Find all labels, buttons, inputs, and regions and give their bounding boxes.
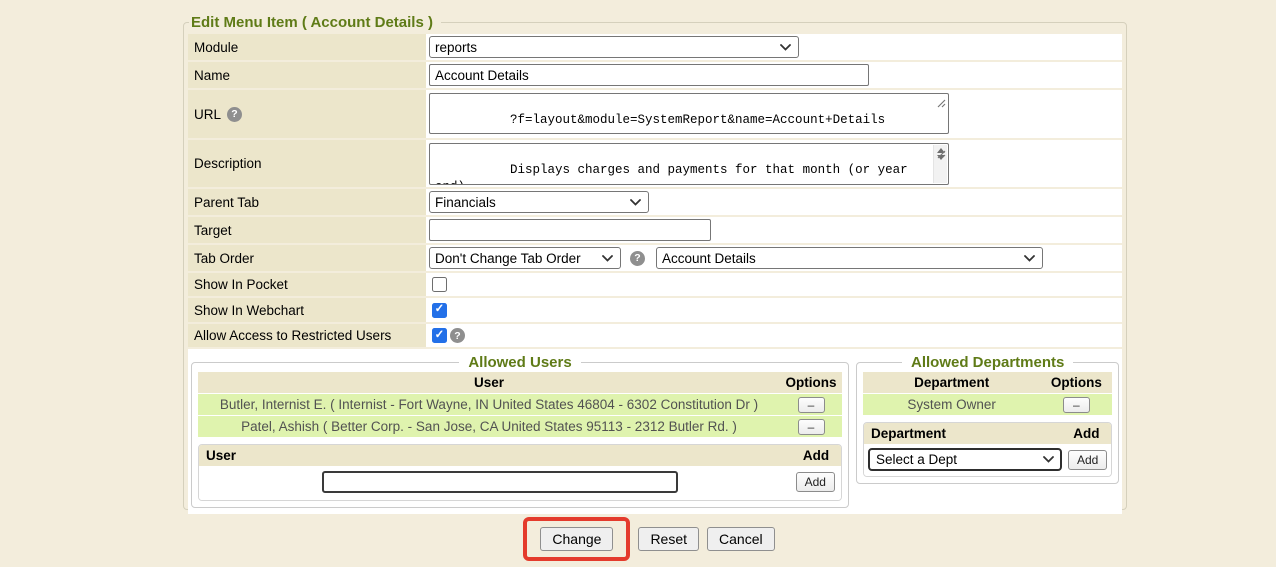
url-label: URL — [194, 107, 221, 122]
allowed-users-fieldset: Allowed Users User Options Butler, Inter… — [191, 354, 849, 508]
department-select-value: Select a Dept — [876, 452, 957, 467]
add-user-button[interactable]: Add — [796, 472, 835, 492]
parent-tab-label: Parent Tab — [188, 189, 426, 215]
department-column-header: Department — [863, 375, 1040, 390]
user-name: Patel, Ashish ( Better Corp. - San Jose,… — [198, 419, 780, 434]
user-column-header: User — [198, 375, 780, 390]
url-textarea-value: ?f=layout&module=SystemReport&name=Accou… — [510, 113, 885, 127]
table-row: Butler, Internist E. ( Internist - Fort … — [198, 394, 842, 415]
add-column-header: Add — [798, 448, 834, 463]
module-row: Module reports — [188, 34, 1122, 60]
allow-restricted-row: Allow Access to Restricted Users ✓ ? — [188, 324, 1122, 347]
target-input[interactable] — [429, 219, 711, 241]
allowed-departments-header: Department Options — [863, 372, 1112, 393]
target-row: Target — [188, 217, 1122, 243]
allowed-users-header: User Options — [198, 372, 842, 393]
show-in-pocket-checkbox[interactable]: ✓ — [432, 277, 447, 292]
show-in-webchart-row: Show In Webchart ✓ — [188, 298, 1122, 322]
tab-order-select[interactable]: Don't Change Tab Order — [429, 247, 621, 269]
url-textarea[interactable]: ?f=layout&module=SystemReport&name=Accou… — [429, 93, 949, 134]
name-row: Name Account Details — [188, 62, 1122, 88]
allow-restricted-checkbox[interactable]: ✓ — [432, 328, 447, 343]
parent-tab-row: Parent Tab Financials — [188, 189, 1122, 215]
show-in-webchart-checkbox[interactable]: ✓ — [432, 303, 447, 318]
chevron-down-icon — [1043, 456, 1054, 463]
chevron-down-icon — [630, 199, 641, 206]
add-department-column-header: Department — [871, 426, 1068, 441]
add-column-header: Add — [1068, 426, 1104, 441]
change-button[interactable]: Change — [540, 527, 613, 551]
description-row: Description Displays charges and payment… — [188, 140, 1122, 187]
allowed-users-title: Allowed Users — [459, 354, 580, 371]
module-select[interactable]: reports — [429, 36, 799, 58]
remove-user-button[interactable]: – — [798, 397, 825, 413]
reset-button[interactable]: Reset — [638, 527, 699, 551]
add-user-column-header: User — [206, 448, 798, 463]
description-textarea[interactable]: Displays charges and payments for that m… — [429, 143, 949, 185]
tab-order-select-value: Don't Change Tab Order — [435, 251, 581, 266]
check-icon: ✓ — [435, 304, 445, 316]
add-user-input[interactable] — [322, 471, 678, 493]
tab-order-position-select[interactable]: Account Details — [656, 247, 1043, 269]
tab-order-label: Tab Order — [188, 245, 426, 271]
add-user-box: User Add Add — [198, 444, 842, 501]
add-department-box: Department Add Select a Dept Add — [863, 422, 1112, 477]
check-icon: ✓ — [435, 330, 445, 342]
description-textarea-value: Displays charges and payments for that m… — [435, 163, 915, 185]
department-name: System Owner — [863, 397, 1040, 412]
description-label: Description — [188, 140, 426, 187]
show-in-webchart-label: Show In Webchart — [188, 298, 426, 322]
target-label: Target — [188, 217, 426, 243]
tab-order-row: Tab Order Don't Change Tab Order ? Accou… — [188, 245, 1122, 271]
options-column-header: Options — [780, 375, 842, 390]
parent-tab-select-value: Financials — [435, 195, 496, 210]
resize-grip-icon[interactable] — [847, 143, 946, 182]
cancel-button[interactable]: Cancel — [707, 527, 775, 551]
allowed-departments-fieldset: Allowed Departments Department Options S… — [856, 354, 1119, 484]
permissions-section: Allowed Users User Options Butler, Inter… — [188, 349, 1122, 514]
allowed-departments-title: Allowed Departments — [902, 354, 1073, 371]
module-label: Module — [188, 34, 426, 60]
chevron-down-icon — [602, 255, 613, 262]
module-select-value: reports — [435, 40, 477, 55]
options-column-header: Options — [1040, 375, 1112, 390]
annotation-highlight-box: Change — [523, 517, 630, 561]
tab-order-help-icon[interactable]: ? — [630, 251, 645, 266]
action-buttons: Change Reset Cancel — [0, 517, 1276, 561]
name-input[interactable]: Account Details — [429, 64, 869, 86]
chevron-down-icon — [780, 44, 791, 51]
page: Edit Menu Item ( Account Details ) Modul… — [0, 0, 1276, 567]
parent-tab-select[interactable]: Financials — [429, 191, 649, 213]
url-row: URL ? ?f=layout&module=SystemReport&name… — [188, 90, 1122, 138]
allow-restricted-help-icon[interactable]: ? — [450, 328, 465, 343]
chevron-down-icon — [1024, 255, 1035, 262]
table-row: Patel, Ashish ( Better Corp. - San Jose,… — [198, 416, 842, 437]
url-help-icon[interactable]: ? — [227, 107, 242, 122]
edit-menu-item-fieldset: Edit Menu Item ( Account Details ) Modul… — [183, 14, 1127, 510]
user-name: Butler, Internist E. ( Internist - Fort … — [198, 397, 780, 412]
remove-user-button[interactable]: – — [798, 419, 825, 435]
table-row: System Owner – — [863, 394, 1112, 415]
remove-department-button[interactable]: – — [1063, 397, 1090, 413]
page-title: Edit Menu Item ( Account Details ) — [189, 14, 441, 31]
add-department-button[interactable]: Add — [1068, 450, 1107, 470]
department-select[interactable]: Select a Dept — [868, 448, 1062, 471]
name-label: Name — [188, 62, 426, 88]
show-in-pocket-row: Show In Pocket ✓ — [188, 273, 1122, 296]
allow-restricted-label: Allow Access to Restricted Users — [188, 324, 426, 347]
show-in-pocket-label: Show In Pocket — [188, 273, 426, 296]
resize-grip-icon[interactable] — [847, 93, 946, 131]
tab-order-position-value: Account Details — [662, 251, 756, 266]
